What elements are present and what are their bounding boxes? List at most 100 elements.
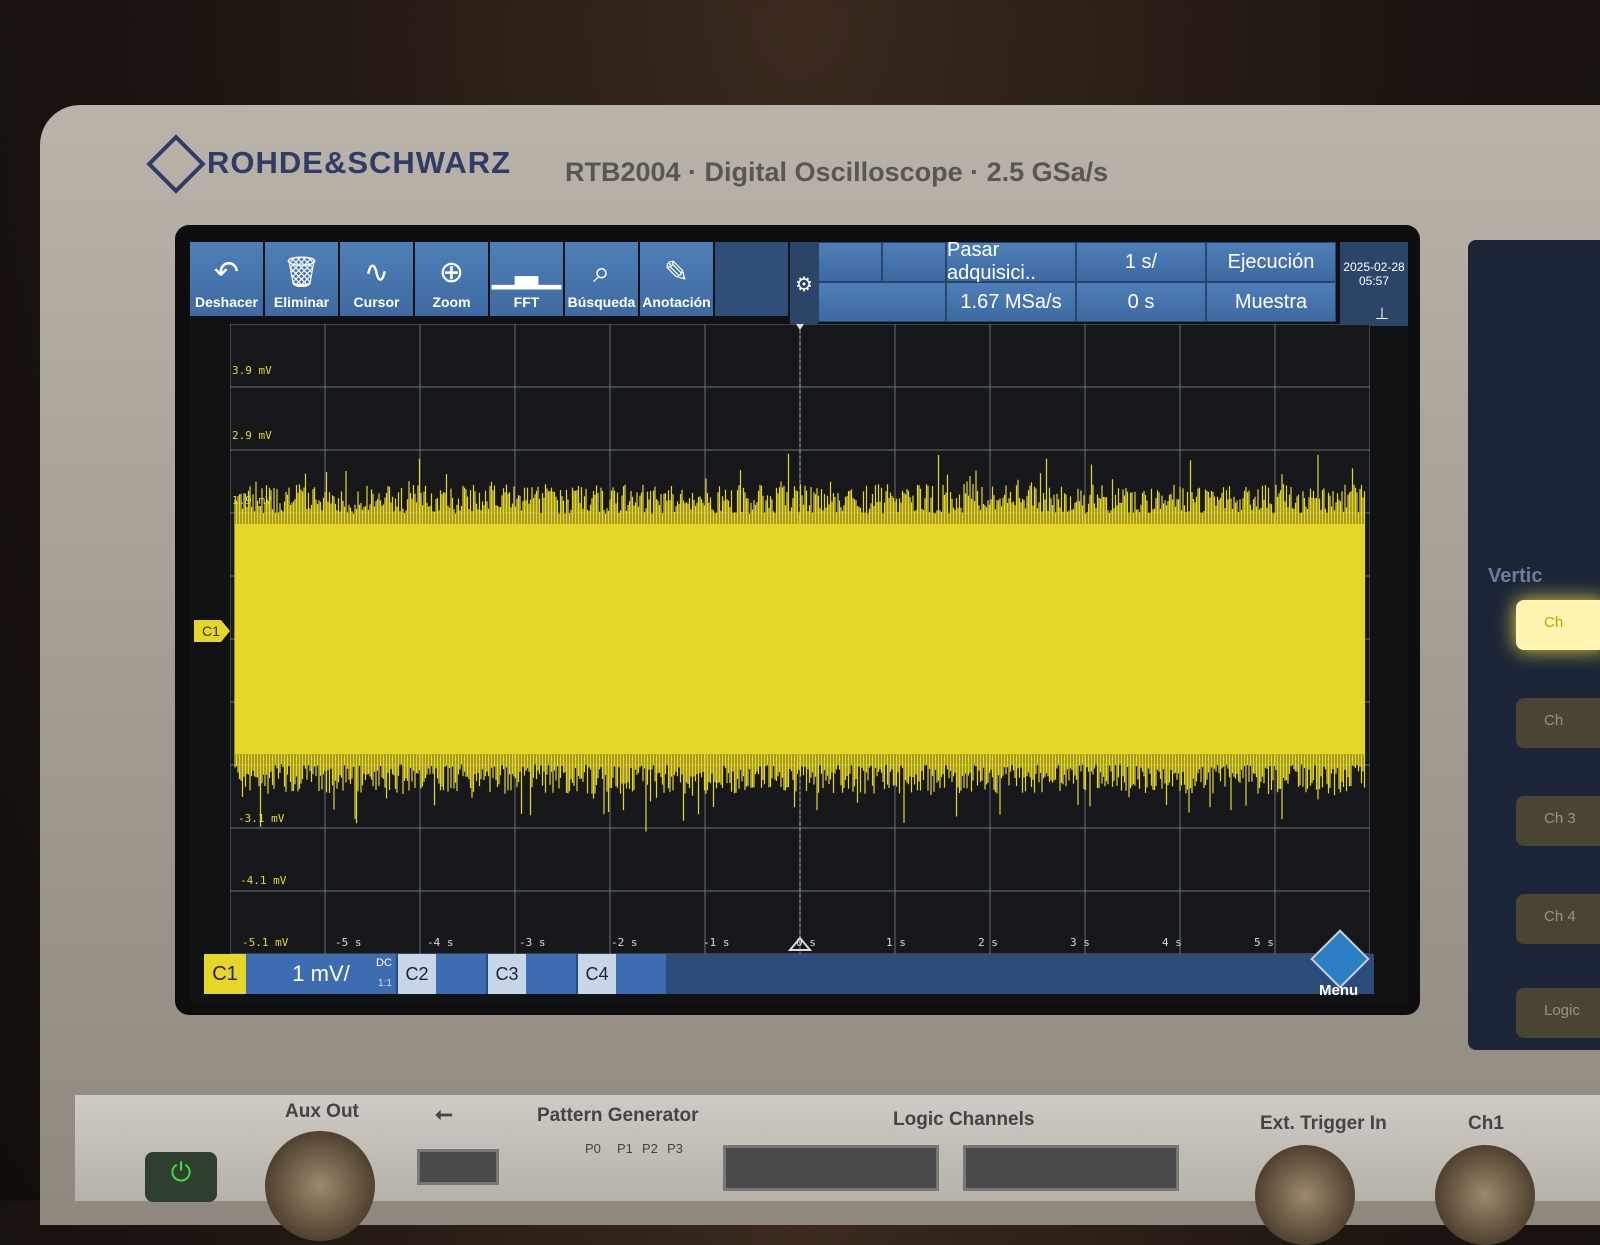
network-icon: ⊥ bbox=[1375, 306, 1389, 323]
oscilloscope-screen: ↶ Deshacer 🗑 Eliminar ∿ Cursor ⊕ Zoom ▁▃… bbox=[190, 242, 1408, 1002]
undo-button[interactable]: ↶ Deshacer bbox=[190, 242, 263, 316]
side-control-panel: Vertic Ch Ch Ch 3 Ch 4 Logic bbox=[1468, 240, 1600, 1050]
x-label-neg5: -5 s bbox=[335, 936, 362, 949]
ch4-key[interactable]: Ch 4 bbox=[1516, 894, 1600, 944]
trigger-top-arrow bbox=[796, 324, 804, 330]
power-button[interactable]: ⏻ bbox=[145, 1152, 217, 1202]
rs-logo-icon bbox=[146, 134, 206, 194]
x-label-neg1: -1 s bbox=[703, 936, 730, 949]
zoom-label: Zoom bbox=[432, 294, 471, 310]
annotation-label: Anotación bbox=[642, 294, 711, 310]
zoom-button[interactable]: ⊕ Zoom bbox=[415, 242, 488, 316]
status-panel: Pasar adquisici.. 1.67 MSa/s 1 s/ 0 s Ej… bbox=[818, 242, 1338, 326]
undo-icon: ↶ bbox=[213, 256, 240, 289]
toolbar-empty-slot[interactable] bbox=[715, 242, 788, 316]
channel-1-coupling: DC bbox=[376, 957, 392, 969]
pin-p1: P1 bbox=[617, 1141, 633, 1156]
x-label-2: 2 s bbox=[978, 936, 998, 949]
logic-port-2[interactable] bbox=[963, 1145, 1179, 1191]
toolbar: ↶ Deshacer 🗑 Eliminar ∿ Cursor ⊕ Zoom ▁▃… bbox=[190, 242, 790, 316]
vertical-label: Vertic bbox=[1488, 565, 1543, 587]
pattern-generator-label: Pattern Generator bbox=[537, 1105, 699, 1126]
x-label-1: 1 s bbox=[886, 936, 906, 949]
status-empty-1[interactable] bbox=[818, 242, 882, 282]
status-empty-2[interactable] bbox=[882, 242, 946, 282]
time-offset[interactable]: 0 s bbox=[1076, 282, 1206, 322]
waveform-plot[interactable]: 3.9 mV 2.9 mV 1.9 mV -3.1 mV -4.1 mV -5.… bbox=[230, 324, 1370, 954]
x-label-5: 5 s bbox=[1254, 936, 1274, 949]
ch2-key[interactable]: Ch bbox=[1516, 698, 1600, 748]
cursor-button[interactable]: ∿ Cursor bbox=[340, 242, 413, 316]
channel-1-marker[interactable]: C1 bbox=[194, 620, 230, 642]
acquisition-mode[interactable]: Muestra bbox=[1206, 282, 1336, 322]
channel-1-tab[interactable]: C1 bbox=[204, 954, 246, 994]
ch3-key[interactable]: Ch 3 bbox=[1516, 796, 1600, 846]
x-label-neg3: -3 s bbox=[519, 936, 546, 949]
ext-trigger-connector[interactable] bbox=[1255, 1145, 1355, 1245]
y-label-neg-3-1: -3.1 mV bbox=[238, 812, 285, 825]
channel-2-slot[interactable] bbox=[436, 954, 486, 994]
y-label-1-9: 1.9 mV bbox=[232, 494, 272, 507]
menu-label: Menu bbox=[1319, 982, 1359, 999]
menu-button[interactable]: Menu bbox=[1305, 929, 1371, 1002]
channel-3-tab[interactable]: C3 bbox=[488, 954, 526, 994]
cursor-label: Cursor bbox=[353, 294, 400, 310]
status-empty-3[interactable] bbox=[818, 282, 946, 322]
undo-label: Deshacer bbox=[194, 294, 259, 310]
settings-gear-icon[interactable]: ⚙ bbox=[790, 242, 818, 326]
front-panel: Aux Out ⭠ Pattern Generator P0 P1 P2 P3 … bbox=[75, 1095, 1600, 1245]
rs-menu-icon bbox=[1310, 929, 1370, 989]
channel-2-tab[interactable]: C2 bbox=[398, 954, 436, 994]
trash-icon: 🗑 bbox=[282, 256, 321, 289]
y-label-neg-4-1: -4.1 mV bbox=[240, 874, 287, 887]
x-label-3: 3 s bbox=[1070, 936, 1090, 949]
ch1-input-label: Ch1 bbox=[1468, 1113, 1504, 1134]
channel-4-slot[interactable] bbox=[616, 954, 666, 994]
power-icon: ⏻ bbox=[170, 1157, 192, 1187]
channel-3-slot[interactable] bbox=[526, 954, 576, 994]
brand-name: ROHDE&SCHWARZ bbox=[207, 145, 512, 180]
search-button[interactable]: ⌕ Búsqueda bbox=[565, 242, 638, 316]
brand-row: ROHDE&SCHWARZ RTB2004 · Digital Oscillos… bbox=[145, 134, 1345, 195]
usb-port[interactable] bbox=[417, 1149, 499, 1185]
aux-out-connector[interactable] bbox=[265, 1131, 375, 1241]
sample-rate[interactable]: 1.67 MSa/s bbox=[946, 282, 1076, 322]
ch1-input-connector[interactable] bbox=[1435, 1145, 1535, 1245]
pin-p3: P3 bbox=[667, 1141, 683, 1156]
x-label-neg4: -4 s bbox=[427, 936, 454, 949]
logic-channels-label: Logic Channels bbox=[893, 1109, 1035, 1130]
usb-icon: ⭠ bbox=[435, 1101, 453, 1126]
datetime-display: 2025-02-28 05:57 bbox=[1340, 242, 1408, 326]
model-line: RTB2004 · Digital Oscilloscope · 2.5 GSa… bbox=[565, 157, 1109, 187]
fft-icon: ▁▃▁ bbox=[491, 256, 562, 289]
x-label-4: 4 s bbox=[1162, 936, 1182, 949]
run-state[interactable]: Ejecución bbox=[1206, 242, 1336, 282]
y-label-3-9: 3.9 mV bbox=[232, 364, 272, 377]
ch1-key[interactable]: Ch bbox=[1516, 600, 1600, 650]
fft-button[interactable]: ▁▃▁ FFT bbox=[490, 242, 563, 316]
channel-1-probe-ratio: 1:1 bbox=[378, 977, 392, 989]
search-label: Búsqueda bbox=[567, 294, 636, 310]
search-icon: ⌕ bbox=[593, 256, 610, 289]
waveform-svg bbox=[230, 324, 1370, 954]
channel-4-tab[interactable]: C4 bbox=[578, 954, 616, 994]
pin-p0: P0 bbox=[585, 1141, 601, 1156]
pencil-icon: ✎ bbox=[663, 256, 690, 289]
acquisition-status[interactable]: Pasar adquisici.. bbox=[946, 242, 1076, 284]
logic-port-1[interactable] bbox=[723, 1145, 939, 1191]
annotation-button[interactable]: ✎ Anotación bbox=[640, 242, 713, 316]
ext-trigger-label: Ext. Trigger In bbox=[1260, 1113, 1387, 1134]
zoom-icon: ⊕ bbox=[438, 256, 465, 289]
delete-button[interactable]: 🗑 Eliminar bbox=[265, 242, 338, 316]
cursor-icon: ∿ bbox=[363, 256, 390, 289]
aux-out-label: Aux Out bbox=[285, 1101, 359, 1122]
x-label-0: 0 s bbox=[796, 936, 816, 949]
time-scale[interactable]: 1 s/ bbox=[1076, 242, 1206, 282]
channel-bar: C1 1 mV/ DC 1:1 C2 C3 C4 bbox=[204, 954, 1374, 994]
fft-label: FFT bbox=[513, 294, 540, 310]
time-text: 05:57 bbox=[1358, 274, 1390, 288]
date-text: 2025-02-28 bbox=[1343, 260, 1405, 274]
delete-label: Eliminar bbox=[273, 294, 330, 310]
y-label-neg-5-1: -5.1 mV bbox=[242, 936, 289, 949]
logic-key[interactable]: Logic bbox=[1516, 988, 1600, 1038]
